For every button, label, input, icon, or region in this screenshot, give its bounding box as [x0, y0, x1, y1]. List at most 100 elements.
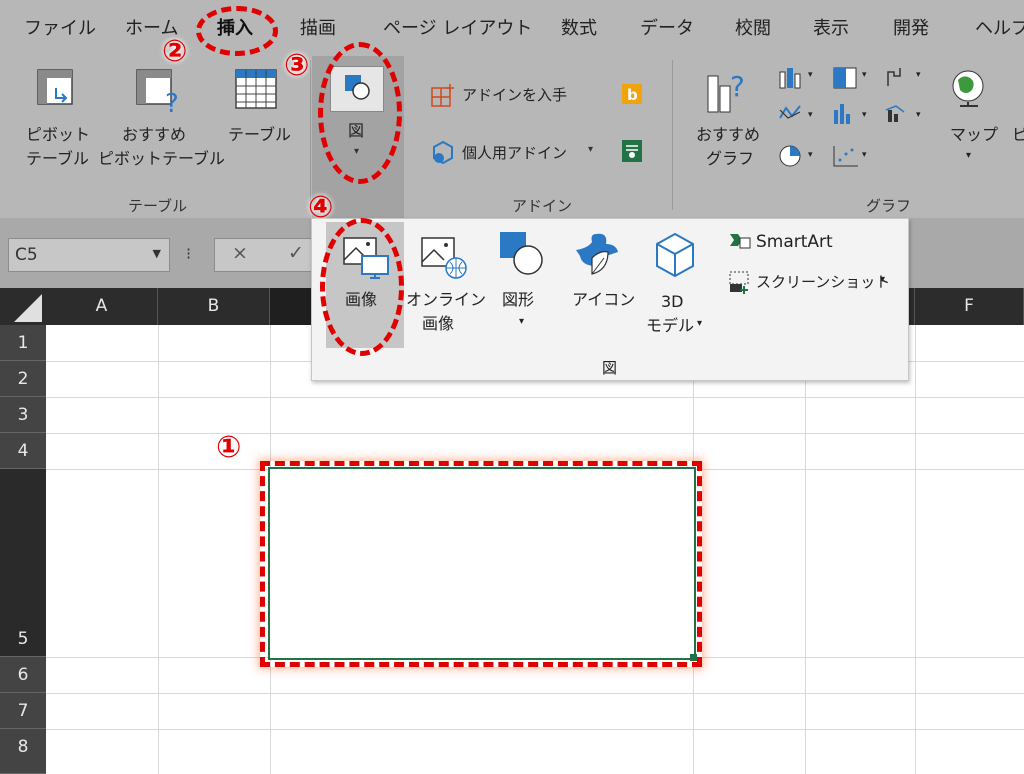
chevron-down-icon[interactable]: ▾ — [808, 70, 813, 80]
recommended-charts-label-2: グラフ — [706, 149, 755, 168]
chevron-down-icon[interactable]: ▼ — [153, 247, 161, 260]
gridline — [915, 325, 916, 774]
screenshot-button[interactable]: スクリーンショット — [756, 270, 890, 294]
globe-icon — [952, 70, 984, 107]
annotation-ring-insert-tab — [196, 6, 278, 56]
name-box-value: C5 — [15, 245, 38, 265]
bing-icon[interactable]: b — [622, 84, 642, 104]
pivot-table-label-1: ピボット — [26, 125, 91, 144]
chevron-down-icon[interactable]: ▾ — [916, 70, 921, 80]
separator — [672, 60, 673, 210]
tab-view[interactable]: 表示 — [813, 14, 849, 40]
chevron-down-icon[interactable]: ▾ — [808, 150, 813, 160]
store-icon — [430, 82, 456, 108]
tab-help[interactable]: ヘルプ — [975, 14, 1024, 40]
shapes-button[interactable] — [498, 230, 546, 278]
3d-models-label-2: モデル — [646, 316, 695, 335]
chevron-down-icon[interactable]: ▾ — [862, 150, 867, 160]
dropdown-group-label: 図 — [602, 359, 618, 377]
gridline — [46, 693, 1024, 694]
tab-data[interactable]: データ — [640, 14, 694, 40]
icons-icon — [576, 233, 618, 275]
cube-icon — [656, 232, 694, 278]
my-addins-button[interactable]: 個人用アドイン — [462, 142, 567, 164]
chevron-down-icon[interactable]: ▾ — [808, 110, 813, 120]
row-header-3[interactable]: 3 — [0, 397, 46, 433]
tab-page-layout[interactable]: ページ レイアウト — [383, 14, 532, 40]
line-chart-icon — [779, 105, 801, 119]
waterfall-chart-icon — [887, 68, 901, 86]
column-header-c[interactable] — [270, 288, 312, 325]
get-addins-button[interactable]: アドインを入手 — [462, 84, 567, 106]
chevron-down-icon: ▾ — [966, 150, 972, 161]
smartart-button[interactable]: SmartArt — [756, 230, 833, 254]
table-icon — [235, 69, 277, 109]
group-label-tables: テーブル — [128, 197, 188, 215]
column-header-f[interactable]: F — [915, 288, 1024, 325]
tab-developer[interactable]: 開発 — [893, 14, 929, 40]
table-label: テーブル — [228, 125, 292, 144]
chevron-down-icon[interactable]: ▾ — [916, 110, 921, 120]
svg-text:b: b — [627, 86, 638, 104]
tab-draw[interactable]: 描画 — [300, 14, 336, 40]
pie-chart-icon — [779, 145, 801, 167]
people-graph-icon[interactable] — [622, 140, 642, 162]
hierarchy-chart-icon — [833, 67, 857, 89]
cancel-button[interactable]: × — [232, 242, 248, 264]
3d-models-button[interactable] — [654, 232, 696, 278]
recommended-pivot-button[interactable]: ? — [135, 68, 181, 119]
row-header-6[interactable]: 6 — [0, 657, 46, 693]
group-label-addins: アドイン — [512, 197, 573, 215]
chevron-down-icon: ▾ — [588, 144, 594, 155]
recommended-pivot-label-2: ピボットテーブル — [98, 149, 226, 168]
column-chart-icon — [779, 68, 801, 89]
screenshot-icon — [728, 270, 750, 294]
svg-text:?: ? — [730, 70, 745, 103]
column-header-a[interactable]: A — [46, 288, 158, 325]
annotation-badge-3: ③ — [284, 48, 310, 83]
gridline — [805, 325, 806, 774]
pivot-chart-label-partial: ピ — [1012, 125, 1024, 144]
column-header-b[interactable]: B — [158, 288, 270, 325]
row-header-7[interactable]: 7 — [0, 693, 46, 729]
more-options-icon[interactable]: ⁝ — [186, 244, 191, 263]
svg-text:?: ? — [165, 89, 179, 114]
table-button[interactable] — [234, 68, 278, 112]
gridline — [46, 433, 1024, 434]
shapes-label: 図形 — [502, 290, 535, 309]
tab-review[interactable]: 校閲 — [735, 14, 771, 40]
row-header-8[interactable]: 8 — [0, 729, 46, 774]
statistic-chart-icon — [834, 104, 850, 124]
recommended-pivot-label-1: おすすめ — [122, 125, 187, 144]
row-header-5[interactable]: 5 — [0, 469, 46, 657]
online-pictures-button[interactable] — [420, 236, 468, 282]
gridline — [46, 397, 1024, 398]
pivot-table-button[interactable] — [36, 68, 76, 108]
maps-label: マップ — [950, 125, 999, 144]
row-header-1[interactable]: 1 — [0, 325, 46, 361]
row-header-4[interactable]: 4 — [0, 433, 46, 469]
recommended-charts-button[interactable]: ? — [704, 68, 754, 114]
tab-formulas[interactable]: 数式 — [561, 14, 597, 40]
maps-button[interactable] — [950, 68, 990, 112]
tab-file[interactable]: ファイル — [24, 14, 96, 40]
pivot-table-label-2: テーブル — [26, 149, 90, 168]
select-all-icon[interactable] — [0, 288, 46, 325]
recommended-charts-icon: ? — [707, 70, 745, 113]
smartart-icon — [728, 232, 752, 250]
icons-button[interactable] — [574, 230, 622, 280]
enter-button[interactable]: ✓ — [288, 242, 304, 264]
chevron-down-icon: ▾ — [519, 316, 525, 327]
chevron-down-icon[interactable]: ▾ — [862, 70, 867, 80]
annotation-badge-1: ① — [216, 430, 242, 465]
3d-models-label-1: 3D — [661, 292, 684, 311]
chevron-down-icon[interactable]: ▾ — [862, 110, 867, 120]
online-pictures-label-1: オンライン — [406, 290, 487, 309]
name-box[interactable]: C5 ▼ — [8, 238, 170, 272]
shapes-icon — [500, 232, 543, 275]
separator — [310, 60, 311, 210]
row-header-2[interactable]: 2 — [0, 361, 46, 397]
icons-label: アイコン — [572, 290, 636, 309]
my-addins-icon — [430, 140, 456, 166]
scatter-chart-icon — [833, 146, 858, 167]
